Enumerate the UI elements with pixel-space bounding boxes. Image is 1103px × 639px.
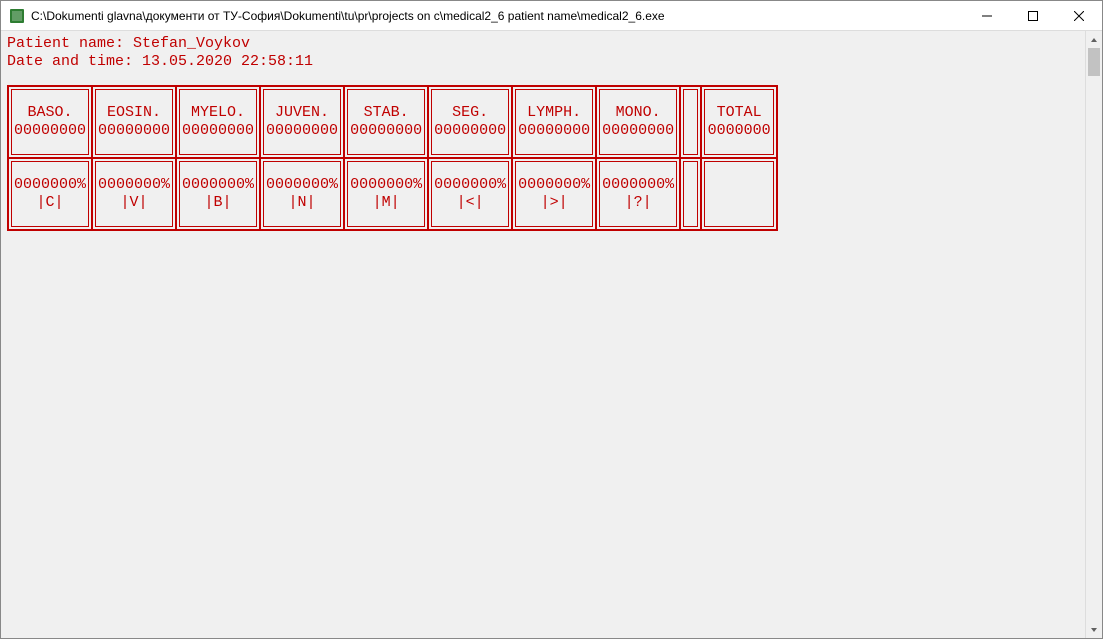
grid-cell: 0000000% |B| — [179, 161, 257, 227]
grid-cell: MONO. 00000000 — [599, 89, 677, 155]
col-name: SEG. — [452, 104, 488, 122]
col-key: |?| — [625, 194, 652, 212]
total-label: TOTAL — [717, 104, 762, 122]
patient-value: Stefan_Voykov — [133, 35, 250, 52]
window-title: C:\Dokumenti glavna\документи от ТУ-Софи… — [31, 9, 964, 23]
col-name: MONO. — [616, 104, 661, 122]
grid-cell: JUVEN. 00000000 — [263, 89, 341, 155]
patient-label: Patient name: — [7, 35, 133, 52]
minimize-button[interactable] — [964, 1, 1010, 30]
col-key: |N| — [289, 194, 316, 212]
grid-cell: TOTAL 0000000 — [704, 89, 774, 155]
col-count: 00000000 — [98, 122, 170, 140]
col-key: |C| — [37, 194, 64, 212]
col-pct: 0000000% — [602, 176, 674, 194]
col-key: |B| — [205, 194, 232, 212]
scroll-track[interactable] — [1086, 48, 1102, 621]
col-key: |V| — [121, 194, 148, 212]
scroll-down-arrow-icon[interactable] — [1086, 621, 1102, 638]
grid-cell: STAB. 00000000 — [347, 89, 425, 155]
col-key: |M| — [373, 194, 400, 212]
grid-cell: 0000000% |M| — [347, 161, 425, 227]
col-count: 00000000 — [14, 122, 86, 140]
grid-cell — [704, 161, 774, 227]
close-button[interactable] — [1056, 1, 1102, 30]
total-value: 0000000 — [708, 122, 771, 140]
col-key: |>| — [541, 194, 568, 212]
datetime-label: Date and time: — [7, 53, 142, 70]
col-pct: 0000000% — [266, 176, 338, 194]
col-count: 00000000 — [434, 122, 506, 140]
col-name: BASO. — [28, 104, 73, 122]
grid-cell — [683, 89, 698, 155]
client-area: Patient name: Stefan_Voykov Date and tim… — [1, 31, 1102, 638]
grid-cell: 0000000% |?| — [599, 161, 677, 227]
col-key: |<| — [457, 194, 484, 212]
col-pct: 0000000% — [98, 176, 170, 194]
scroll-thumb[interactable] — [1088, 48, 1100, 76]
grid-cell: 0000000% |N| — [263, 161, 341, 227]
col-name: EOSIN. — [107, 104, 161, 122]
col-pct: 0000000% — [14, 176, 86, 194]
scroll-up-arrow-icon[interactable] — [1086, 31, 1102, 48]
col-pct: 0000000% — [518, 176, 590, 194]
col-pct: 0000000% — [350, 176, 422, 194]
datetime-value: 13.05.2020 22:58:11 — [142, 53, 313, 70]
patient-line: Patient name: Stefan_Voykov — [7, 35, 1096, 53]
app-icon — [9, 8, 25, 24]
vertical-scrollbar[interactable] — [1085, 31, 1102, 638]
col-count: 00000000 — [350, 122, 422, 140]
titlebar: C:\Dokumenti glavna\документи от ТУ-Софи… — [1, 1, 1102, 31]
grid-cell: MYELO. 00000000 — [179, 89, 257, 155]
grid-cell: 0000000% |<| — [431, 161, 509, 227]
col-pct: 0000000% — [182, 176, 254, 194]
datetime-line: Date and time: 13.05.2020 22:58:11 — [7, 53, 1096, 71]
grid-cell: BASO. 00000000 — [11, 89, 89, 155]
grid-cell: SEG. 00000000 — [431, 89, 509, 155]
col-name: STAB. — [364, 104, 409, 122]
col-count: 00000000 — [518, 122, 590, 140]
grid-cell: EOSIN. 00000000 — [95, 89, 173, 155]
counts-grid: BASO. 00000000EOSIN. 00000000MYELO. 0000… — [7, 85, 1096, 231]
col-count: 00000000 — [182, 122, 254, 140]
col-name: LYMPH. — [527, 104, 581, 122]
grid-cell: 0000000% |C| — [11, 161, 89, 227]
col-count: 00000000 — [602, 122, 674, 140]
maximize-button[interactable] — [1010, 1, 1056, 30]
col-pct: 0000000% — [434, 176, 506, 194]
col-name: JUVEN. — [275, 104, 329, 122]
grid-cell — [683, 161, 698, 227]
grid-cell: 0000000% |V| — [95, 161, 173, 227]
grid-cell: 0000000% |>| — [515, 161, 593, 227]
grid-cell: LYMPH. 00000000 — [515, 89, 593, 155]
col-count: 00000000 — [266, 122, 338, 140]
col-name: MYELO. — [191, 104, 245, 122]
